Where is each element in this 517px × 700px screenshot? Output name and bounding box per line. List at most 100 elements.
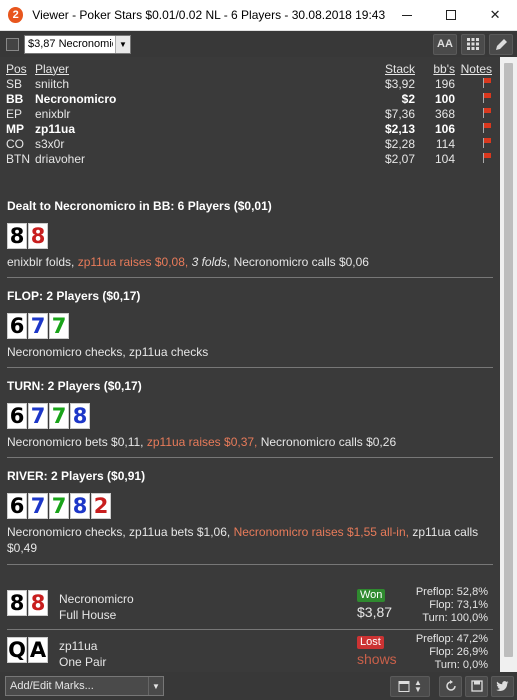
header-bbs[interactable]: bb's: [415, 61, 455, 76]
result-amount: shows: [357, 651, 397, 667]
vertical-scrollbar[interactable]: [500, 57, 517, 672]
equity-value: 100,0%: [450, 612, 488, 624]
flag-icon: [482, 137, 492, 148]
player-name[interactable]: enixblr: [35, 106, 335, 121]
river-section: RIVER: 2 Players ($0,91) 6 7 7 8 2 Necro…: [0, 469, 494, 556]
refresh-icon: [445, 680, 456, 691]
playing-card: 7: [49, 493, 69, 519]
equity-flop: Flop: 26,9%: [416, 646, 488, 659]
select-checkbox[interactable]: [6, 37, 19, 51]
marks-dropdown[interactable]: Add/Edit Marks... ▼: [5, 676, 164, 696]
calendar-button[interactable]: ▲ ▼: [390, 675, 430, 697]
player-name[interactable]: Necronomicro: [35, 91, 335, 106]
flag-icon: [482, 107, 492, 118]
folds-text: 3 folds: [191, 255, 227, 269]
result-hand: One Pair: [59, 655, 107, 669]
flop-title: FLOP: 2 Players ($0,17): [7, 289, 141, 303]
action-text: , Necronomicro calls $0,06: [226, 255, 369, 269]
equity-preflop: Preflop: 52,8%: [416, 586, 488, 599]
header-player[interactable]: Player: [35, 61, 335, 76]
divider: [7, 367, 493, 368]
header-stack[interactable]: Stack: [335, 61, 415, 76]
maximize-icon: [446, 10, 457, 20]
chevron-down-icon: ▼: [115, 35, 130, 53]
player-name[interactable]: s3x0r: [35, 136, 335, 151]
action-text: enixblr folds,: [7, 255, 78, 269]
table-row: BB Necronomicro $2 100: [0, 91, 500, 106]
player-stack: $2,13: [384, 121, 415, 136]
result-cards: 8 8: [0, 590, 49, 616]
scrollbar-thumb[interactable]: [504, 63, 513, 657]
result-hand: Full House: [59, 608, 117, 622]
hole-cards: 8 8: [0, 223, 494, 249]
flop-action: Necronomicro checks, zp11ua checks: [7, 345, 209, 359]
refresh-button[interactable]: [439, 675, 462, 697]
won-badge: Won: [357, 589, 386, 602]
equity-flop: Flop: 73,1%: [416, 599, 488, 612]
notes-flag-button[interactable]: [455, 91, 500, 106]
result-player-name: Necronomicro: [59, 592, 134, 606]
player-bbs: 368: [434, 106, 455, 121]
table-row: EP enixblr $7,36 368: [0, 106, 500, 121]
equity-label: Turn:: [422, 612, 448, 624]
save-button[interactable]: [465, 675, 488, 697]
playing-card: 8: [7, 223, 27, 249]
minimize-icon: [402, 14, 413, 16]
raise-text: Necronomicro raises $1,55 all-in,: [233, 525, 413, 539]
equity-stats: Preflop: 52,8% Flop: 73,1% Turn: 100,0%: [416, 586, 488, 625]
grid-button[interactable]: [461, 33, 485, 55]
result-cards: Q A: [0, 637, 49, 663]
notes-flag-button[interactable]: [455, 151, 500, 166]
flag-icon: [482, 122, 492, 133]
window-title: Viewer - Poker Stars $0.01/0.02 NL - 6 P…: [32, 8, 386, 22]
notes-flag-button[interactable]: [455, 121, 500, 136]
spinner-icon: ▲ ▼: [414, 678, 422, 694]
header-pos[interactable]: Pos: [0, 61, 35, 76]
player-pos: EP: [6, 106, 23, 121]
notes-flag-button[interactable]: [455, 76, 500, 91]
player-name[interactable]: sniitch: [35, 76, 335, 91]
font-size-button[interactable]: AA: [433, 33, 457, 55]
playing-card: 8: [70, 403, 90, 429]
table-row: SB sniitch $3,92 196: [0, 76, 500, 91]
player-name[interactable]: zp11ua: [35, 121, 335, 136]
notes-flag-button[interactable]: [455, 106, 500, 121]
divider: [7, 457, 493, 458]
maximize-button[interactable]: [429, 0, 473, 31]
action-text: $0,49: [7, 541, 38, 555]
equity-value: 73,1%: [456, 599, 488, 611]
river-action: Necronomicro checks, zp11ua bets $1,06, …: [0, 524, 494, 556]
header-notes[interactable]: Notes: [455, 61, 500, 76]
twitter-share-button[interactable]: [491, 675, 514, 697]
notes-flag-button[interactable]: [455, 136, 500, 151]
equity-stats: Preflop: 47,2% Flop: 26,9% Turn: 0,0%: [416, 633, 488, 672]
hand-select-dropdown[interactable]: $3,87 Necronomicro ▼: [24, 34, 131, 54]
equity-label: Flop:: [429, 646, 454, 658]
close-button[interactable]: ✕: [473, 0, 517, 31]
minimize-button[interactable]: [385, 0, 429, 31]
equity-value: 0,0%: [462, 659, 488, 671]
playing-card: 6: [7, 313, 27, 339]
player-pos: BTN: [6, 151, 30, 166]
preflop-section: Dealt to Necronomicro in BB: 6 Players (…: [0, 199, 494, 270]
player-name[interactable]: driaνoher: [35, 151, 335, 166]
player-pos: SB: [6, 76, 23, 91]
preflop-action: enixblr folds, zp11ua raises $0,08, 3 fo…: [0, 254, 494, 270]
players-table-header: Pos Player Stack bb's Notes: [0, 61, 500, 76]
raise-text: zp11ua raises $0,08,: [77, 255, 192, 269]
playing-card: 6: [7, 403, 27, 429]
flag-icon: [482, 77, 492, 88]
flop-section: FLOP: 2 Players ($0,17) 6 7 7 Necronomic…: [0, 289, 494, 360]
result-row: 8 8 Necronomicro Full House Won $3,87 Pr…: [0, 582, 494, 627]
edit-button[interactable]: [489, 33, 513, 55]
window-titlebar: 2 Viewer - Poker Stars $0.01/0.02 NL - 6…: [0, 0, 517, 31]
result-player-name: zp11ua: [59, 639, 98, 653]
action-text: zp11ua calls: [412, 525, 479, 539]
player-bbs: 196: [434, 76, 455, 91]
equity-label: Turn:: [434, 659, 460, 671]
action-text: Necronomicro checks, zp11ua bets $1,06,: [7, 525, 234, 539]
river-title: RIVER: 2 Players ($0,91): [7, 469, 146, 483]
grid-icon: [467, 38, 479, 50]
save-icon: [470, 680, 483, 692]
playing-card: Q: [7, 637, 27, 663]
